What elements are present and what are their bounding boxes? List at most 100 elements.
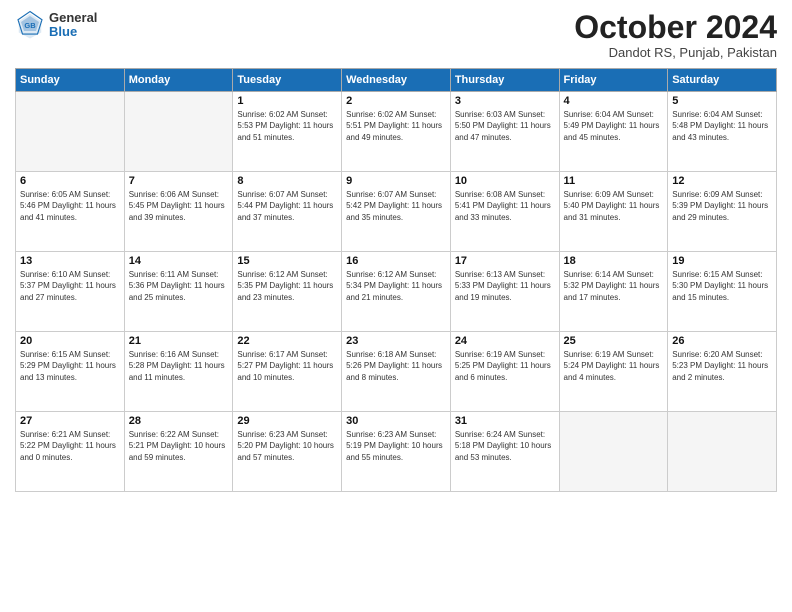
logo-icon: GB	[15, 10, 45, 40]
col-sunday: Sunday	[16, 69, 125, 92]
table-row: 17 Sunrise: 6:13 AM Sunset: 5:33 PM Dayli…	[450, 252, 559, 332]
calendar-week-row: 27 Sunrise: 6:21 AM Sunset: 5:22 PM Dayli…	[16, 412, 777, 492]
day-info: Sunrise: 6:10 AM Sunset: 5:37 PM Dayligh…	[20, 269, 120, 303]
table-row: 10 Sunrise: 6:08 AM Sunset: 5:41 PM Dayli…	[450, 172, 559, 252]
day-info: Sunrise: 6:16 AM Sunset: 5:28 PM Dayligh…	[129, 349, 229, 383]
day-info: Sunrise: 6:11 AM Sunset: 5:36 PM Dayligh…	[129, 269, 229, 303]
day-info: Sunrise: 6:03 AM Sunset: 5:50 PM Dayligh…	[455, 109, 555, 143]
page: GB General Blue October 2024 Dandot RS, …	[0, 0, 792, 612]
day-number: 4	[564, 95, 664, 107]
table-row: 23 Sunrise: 6:18 AM Sunset: 5:26 PM Dayli…	[342, 332, 451, 412]
calendar-week-row: 1Sunrise: 6:02 AM Sunset: 5:53 PM Daylig…	[16, 92, 777, 172]
table-row: 11Sunrise: 6:09 AM Sunset: 5:40 PM Dayli…	[559, 172, 668, 252]
table-row: 5Sunrise: 6:04 AM Sunset: 5:48 PM Daylig…	[668, 92, 777, 172]
day-number: 19	[672, 255, 772, 267]
day-info: Sunrise: 6:23 AM Sunset: 5:19 PM Dayligh…	[346, 429, 446, 463]
table-row: 13 Sunrise: 6:10 AM Sunset: 5:37 PM Dayli…	[16, 252, 125, 332]
day-number: 12	[672, 175, 772, 187]
table-row: 9Sunrise: 6:07 AM Sunset: 5:42 PM Daylig…	[342, 172, 451, 252]
day-number: 10	[455, 175, 555, 187]
table-row: 22Sunrise: 6:17 AM Sunset: 5:27 PM Dayli…	[233, 332, 342, 412]
table-row: 19 Sunrise: 6:15 AM Sunset: 5:30 PM Dayli…	[668, 252, 777, 332]
day-number: 20	[20, 335, 120, 347]
location: Dandot RS, Punjab, Pakistan	[574, 45, 777, 60]
table-row: 7Sunrise: 6:06 AM Sunset: 5:45 PM Daylig…	[124, 172, 233, 252]
day-info: Sunrise: 6:04 AM Sunset: 5:48 PM Dayligh…	[672, 109, 772, 143]
day-number: 8	[237, 175, 337, 187]
day-info: Sunrise: 6:20 AM Sunset: 5:23 PM Dayligh…	[672, 349, 772, 383]
day-info: Sunrise: 6:17 AM Sunset: 5:27 PM Dayligh…	[237, 349, 337, 383]
table-row: 16Sunrise: 6:12 AM Sunset: 5:34 PM Dayli…	[342, 252, 451, 332]
table-row: 29Sunrise: 6:23 AM Sunset: 5:20 PM Dayli…	[233, 412, 342, 492]
table-row: 24Sunrise: 6:19 AM Sunset: 5:25 PM Dayli…	[450, 332, 559, 412]
day-number: 23	[346, 335, 446, 347]
table-row: 12 Sunrise: 6:09 AM Sunset: 5:39 PM Dayli…	[668, 172, 777, 252]
table-row	[124, 92, 233, 172]
table-row: 25Sunrise: 6:19 AM Sunset: 5:24 PM Dayli…	[559, 332, 668, 412]
col-thursday: Thursday	[450, 69, 559, 92]
calendar-week-row: 13 Sunrise: 6:10 AM Sunset: 5:37 PM Dayli…	[16, 252, 777, 332]
table-row: 1Sunrise: 6:02 AM Sunset: 5:53 PM Daylig…	[233, 92, 342, 172]
day-info: Sunrise: 6:09 AM Sunset: 5:40 PM Dayligh…	[564, 189, 664, 223]
col-saturday: Saturday	[668, 69, 777, 92]
day-info: Sunrise: 6:12 AM Sunset: 5:35 PM Dayligh…	[237, 269, 337, 303]
day-info: Sunrise: 6:12 AM Sunset: 5:34 PM Dayligh…	[346, 269, 446, 303]
day-number: 25	[564, 335, 664, 347]
table-row	[559, 412, 668, 492]
svg-text:GB: GB	[24, 21, 36, 30]
day-number: 14	[129, 255, 229, 267]
header: GB General Blue October 2024 Dandot RS, …	[15, 10, 777, 60]
table-row	[668, 412, 777, 492]
day-number: 30	[346, 415, 446, 427]
table-row: 28 Sunrise: 6:22 AM Sunset: 5:21 PM Dayli…	[124, 412, 233, 492]
title-block: October 2024 Dandot RS, Punjab, Pakistan	[574, 10, 777, 60]
table-row: 2 Sunrise: 6:02 AM Sunset: 5:51 PM Daylig…	[342, 92, 451, 172]
month-title: October 2024	[574, 10, 777, 45]
table-row: 31 Sunrise: 6:24 AM Sunset: 5:18 PM Dayli…	[450, 412, 559, 492]
table-row: 15 Sunrise: 6:12 AM Sunset: 5:35 PM Dayli…	[233, 252, 342, 332]
day-info: Sunrise: 6:02 AM Sunset: 5:51 PM Dayligh…	[346, 109, 446, 143]
day-info: Sunrise: 6:23 AM Sunset: 5:20 PM Dayligh…	[237, 429, 337, 463]
day-number: 31	[455, 415, 555, 427]
day-info: Sunrise: 6:13 AM Sunset: 5:33 PM Dayligh…	[455, 269, 555, 303]
day-number: 18	[564, 255, 664, 267]
col-wednesday: Wednesday	[342, 69, 451, 92]
logo: GB General Blue	[15, 10, 97, 40]
day-number: 26	[672, 335, 772, 347]
day-number: 7	[129, 175, 229, 187]
day-number: 2	[346, 95, 446, 107]
logo-text: General Blue	[49, 11, 97, 40]
logo-general: General	[49, 11, 97, 25]
day-info: Sunrise: 6:05 AM Sunset: 5:46 PM Dayligh…	[20, 189, 120, 223]
table-row: 8 Sunrise: 6:07 AM Sunset: 5:44 PM Daylig…	[233, 172, 342, 252]
day-info: Sunrise: 6:22 AM Sunset: 5:21 PM Dayligh…	[129, 429, 229, 463]
day-number: 13	[20, 255, 120, 267]
col-tuesday: Tuesday	[233, 69, 342, 92]
day-info: Sunrise: 6:09 AM Sunset: 5:39 PM Dayligh…	[672, 189, 772, 223]
day-number: 15	[237, 255, 337, 267]
day-info: Sunrise: 6:15 AM Sunset: 5:30 PM Dayligh…	[672, 269, 772, 303]
day-number: 6	[20, 175, 120, 187]
calendar-week-row: 20 Sunrise: 6:15 AM Sunset: 5:29 PM Dayli…	[16, 332, 777, 412]
table-row	[16, 92, 125, 172]
day-number: 3	[455, 95, 555, 107]
table-row: 20 Sunrise: 6:15 AM Sunset: 5:29 PM Dayli…	[16, 332, 125, 412]
day-info: Sunrise: 6:18 AM Sunset: 5:26 PM Dayligh…	[346, 349, 446, 383]
day-info: Sunrise: 6:07 AM Sunset: 5:44 PM Dayligh…	[237, 189, 337, 223]
day-info: Sunrise: 6:08 AM Sunset: 5:41 PM Dayligh…	[455, 189, 555, 223]
day-info: Sunrise: 6:24 AM Sunset: 5:18 PM Dayligh…	[455, 429, 555, 463]
calendar-week-row: 6 Sunrise: 6:05 AM Sunset: 5:46 PM Daylig…	[16, 172, 777, 252]
day-number: 17	[455, 255, 555, 267]
day-info: Sunrise: 6:15 AM Sunset: 5:29 PM Dayligh…	[20, 349, 120, 383]
table-row: 4 Sunrise: 6:04 AM Sunset: 5:49 PM Daylig…	[559, 92, 668, 172]
table-row: 30 Sunrise: 6:23 AM Sunset: 5:19 PM Dayli…	[342, 412, 451, 492]
day-number: 21	[129, 335, 229, 347]
day-info: Sunrise: 6:04 AM Sunset: 5:49 PM Dayligh…	[564, 109, 664, 143]
table-row: 26 Sunrise: 6:20 AM Sunset: 5:23 PM Dayli…	[668, 332, 777, 412]
day-number: 9	[346, 175, 446, 187]
day-info: Sunrise: 6:21 AM Sunset: 5:22 PM Dayligh…	[20, 429, 120, 463]
day-number: 27	[20, 415, 120, 427]
table-row: 21 Sunrise: 6:16 AM Sunset: 5:28 PM Dayli…	[124, 332, 233, 412]
day-number: 28	[129, 415, 229, 427]
table-row: 18Sunrise: 6:14 AM Sunset: 5:32 PM Dayli…	[559, 252, 668, 332]
